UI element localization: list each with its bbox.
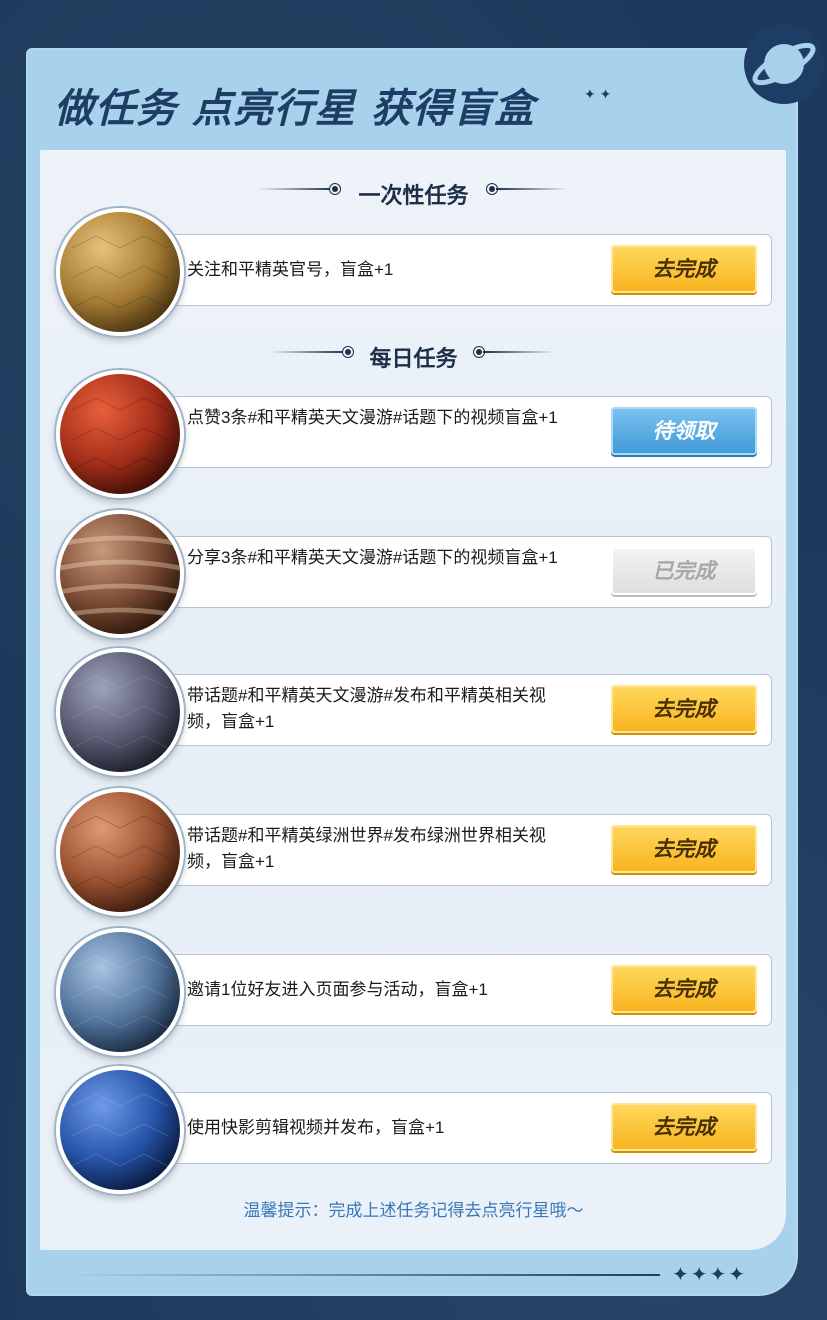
- divider-right: [496, 188, 568, 190]
- task-card: 带话题#和平精英绿洲世界#发布绿洲世界相关视频，盲盒+1 去完成: [120, 814, 772, 886]
- planet-red-icon: [56, 370, 184, 498]
- planet-blue-icon: [56, 1066, 184, 1194]
- complete-task-button[interactable]: 去完成: [611, 1103, 757, 1151]
- planet-banded-icon: [56, 510, 184, 638]
- task-text: 邀请1位好友进入页面参与活动，盲盒+1: [187, 980, 488, 999]
- planet-steel-icon: [56, 928, 184, 1056]
- task-text: 点赞3条#和平精英天文漫游#话题下的视频盲盒+1: [187, 408, 558, 427]
- planet-badge-icon: [744, 24, 824, 104]
- section-title-once: 一次性任务: [358, 183, 469, 208]
- complete-task-button[interactable]: 去完成: [611, 245, 757, 293]
- divider-right: [483, 351, 555, 353]
- task-card: 带话题#和平精英天文漫游#发布和平精英相关视频，盲盒+1 去完成: [120, 674, 772, 746]
- sparkle-icon: ✦ ✦: [584, 86, 612, 102]
- task-card: 分享3条#和平精英天文漫游#话题下的视频盲盒+1 已完成: [120, 536, 772, 608]
- star-decoration-icon: ✦✦✦✦: [672, 1264, 748, 1286]
- divider-dot: [476, 349, 482, 355]
- footer-divider: [60, 1274, 660, 1276]
- task-completed-button: 已完成: [611, 547, 757, 595]
- claim-reward-button[interactable]: 待领取: [611, 407, 757, 455]
- task-card: 使用快影剪辑视频并发布，盲盒+1 去完成: [120, 1092, 772, 1164]
- tip-text: 温馨提示：完成上述任务记得去点亮行星哦～: [243, 1201, 584, 1220]
- task-text: 分享3条#和平精英天文漫游#话题下的视频盲盒+1: [187, 548, 558, 567]
- planet-gray-icon: [56, 648, 184, 776]
- task-text: 关注和平精英官号，盲盒+1: [187, 260, 394, 279]
- page-title: 做任务 点亮行星 获得盲盒: [54, 86, 535, 132]
- task-text: 带话题#和平精英绿洲世界#发布绿洲世界相关视频，盲盒+1: [187, 826, 546, 871]
- complete-task-button[interactable]: 去完成: [611, 685, 757, 733]
- divider-dot: [489, 186, 495, 192]
- complete-task-button[interactable]: 去完成: [611, 965, 757, 1013]
- task-card: 邀请1位好友进入页面参与活动，盲盒+1 去完成: [120, 954, 772, 1026]
- task-card: 点赞3条#和平精英天文漫游#话题下的视频盲盒+1 待领取: [120, 396, 772, 468]
- task-text: 使用快影剪辑视频并发布，盲盒+1: [187, 1118, 445, 1137]
- task-card: 关注和平精英官号，盲盒+1 去完成: [120, 234, 772, 306]
- section-title-daily: 每日任务: [369, 346, 458, 371]
- complete-task-button[interactable]: 去完成: [611, 825, 757, 873]
- planet-golden-icon: [56, 208, 184, 336]
- task-text: 带话题#和平精英天文漫游#发布和平精英相关视频，盲盒+1: [187, 686, 546, 731]
- planet-copper-icon: [56, 788, 184, 916]
